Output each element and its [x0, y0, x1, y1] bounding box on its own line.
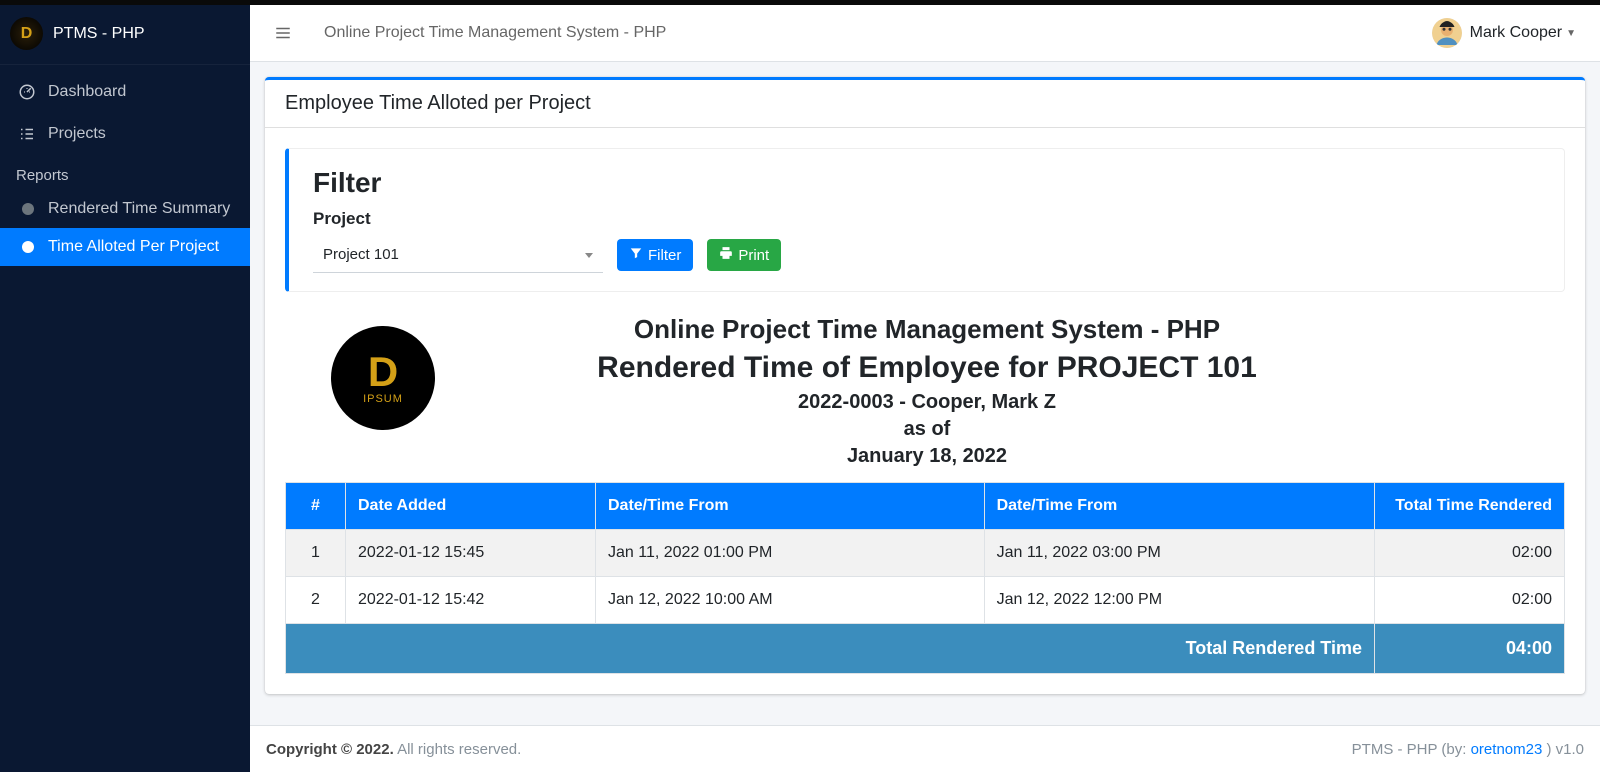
footer-version: PTMS - PHP (by: oretnom23 ) v1.0: [1352, 741, 1584, 758]
sidebar-item-label: Projects: [48, 125, 106, 143]
report-system-name: Online Project Time Management System - …: [475, 314, 1379, 345]
topbar-title: Online Project Time Management System - …: [324, 24, 666, 42]
sidebar-nav: Dashboard Projects Reports Rendered Time…: [0, 65, 250, 266]
th-date-added: Date Added: [346, 483, 596, 530]
table-footer-row: Total Rendered Time 04:00: [286, 624, 1565, 674]
report-asof-label: as of: [475, 418, 1379, 441]
filter-project-label: Project: [313, 209, 1540, 229]
card: Employee Time Alloted per Project Filter…: [265, 77, 1585, 694]
circle-icon: [22, 241, 34, 253]
th-from: Date/Time From: [596, 483, 985, 530]
table-row: 1 2022-01-12 15:45 Jan 11, 2022 01:00 PM…: [286, 530, 1565, 577]
project-selected-value: Project 101: [323, 246, 399, 263]
user-name: Mark Cooper: [1470, 24, 1562, 42]
footer: Copyright © 2022. All rights reserved. P…: [250, 725, 1600, 772]
footer-author-link[interactable]: oretnom23: [1471, 741, 1543, 758]
cell-from: Jan 11, 2022 01:00 PM: [596, 530, 985, 577]
cell-date-added: 2022-01-12 15:42: [346, 577, 596, 624]
cell-total: 02:00: [1375, 577, 1565, 624]
cell-to: Jan 11, 2022 03:00 PM: [984, 530, 1374, 577]
sidebar: D PTMS - PHP Dashboard Projects Reports …: [0, 5, 250, 772]
cell-to: Jan 12, 2022 12:00 PM: [984, 577, 1374, 624]
sidebar-item-projects[interactable]: Projects: [0, 113, 250, 155]
report-employee: 2022-0003 - Cooper, Mark Z: [475, 391, 1379, 414]
cell-date-added: 2022-01-12 15:45: [346, 530, 596, 577]
print-button[interactable]: Print: [707, 239, 781, 271]
cell-total: 02:00: [1375, 530, 1565, 577]
sidebar-item-rendered-time-summary[interactable]: Rendered Time Summary: [0, 190, 250, 228]
footer-total-label: Total Rendered Time: [286, 624, 1375, 674]
print-button-label: Print: [738, 247, 769, 264]
brand-link[interactable]: D PTMS - PHP: [0, 5, 250, 65]
sidebar-item-time-alloted-per-project[interactable]: Time Alloted Per Project: [0, 228, 250, 266]
avatar-icon: [1432, 18, 1462, 48]
filter-box: Filter Project Project 101 Filter: [285, 148, 1565, 292]
table-row: 2 2022-01-12 15:42 Jan 12, 2022 10:00 AM…: [286, 577, 1565, 624]
topbar: Online Project Time Management System - …: [250, 5, 1600, 62]
sidebar-item-dashboard[interactable]: Dashboard: [0, 71, 250, 113]
filter-heading: Filter: [313, 167, 1540, 199]
card-title: Employee Time Alloted per Project: [265, 80, 1585, 128]
company-logo-icon: D IPSUM: [331, 326, 435, 430]
th-total: Total Time Rendered: [1375, 483, 1565, 530]
cell-from: Jan 12, 2022 10:00 AM: [596, 577, 985, 624]
menu-toggle-button[interactable]: [266, 16, 300, 50]
footer-total-value: 04:00: [1375, 624, 1565, 674]
th-to: Date/Time From: [984, 483, 1374, 530]
report-table: # Date Added Date/Time From Date/Time Fr…: [285, 482, 1565, 674]
cell-index: 2: [286, 577, 346, 624]
sidebar-item-label: Rendered Time Summary: [48, 200, 230, 218]
report-header: D IPSUM Online Project Time Management S…: [285, 312, 1565, 472]
brand-logo-icon: D: [10, 17, 43, 50]
filter-button[interactable]: Filter: [617, 239, 693, 271]
user-menu[interactable]: Mark Cooper ▼: [1424, 14, 1584, 52]
cell-index: 1: [286, 530, 346, 577]
main: Online Project Time Management System - …: [250, 5, 1600, 772]
th-index: #: [286, 483, 346, 530]
chevron-down-icon: ▼: [1566, 28, 1576, 39]
dashboard-icon: [16, 81, 38, 103]
circle-icon: [22, 203, 34, 215]
brand-text: PTMS - PHP: [53, 25, 145, 43]
content: Employee Time Alloted per Project Filter…: [250, 62, 1600, 725]
report-title: Rendered Time of Employee for PROJECT 10…: [475, 351, 1379, 385]
sidebar-section-header: Reports: [0, 155, 250, 190]
footer-copyright: Copyright © 2022. All rights reserved.: [266, 741, 521, 758]
sidebar-item-label: Time Alloted Per Project: [48, 238, 219, 256]
projects-icon: [16, 123, 38, 145]
filter-icon: [629, 246, 643, 264]
print-icon: [719, 246, 733, 264]
report-asof-date: January 18, 2022: [475, 445, 1379, 468]
table-header-row: # Date Added Date/Time From Date/Time Fr…: [286, 483, 1565, 530]
filter-button-label: Filter: [648, 247, 681, 264]
project-select[interactable]: Project 101: [313, 237, 603, 273]
sidebar-item-label: Dashboard: [48, 83, 126, 101]
